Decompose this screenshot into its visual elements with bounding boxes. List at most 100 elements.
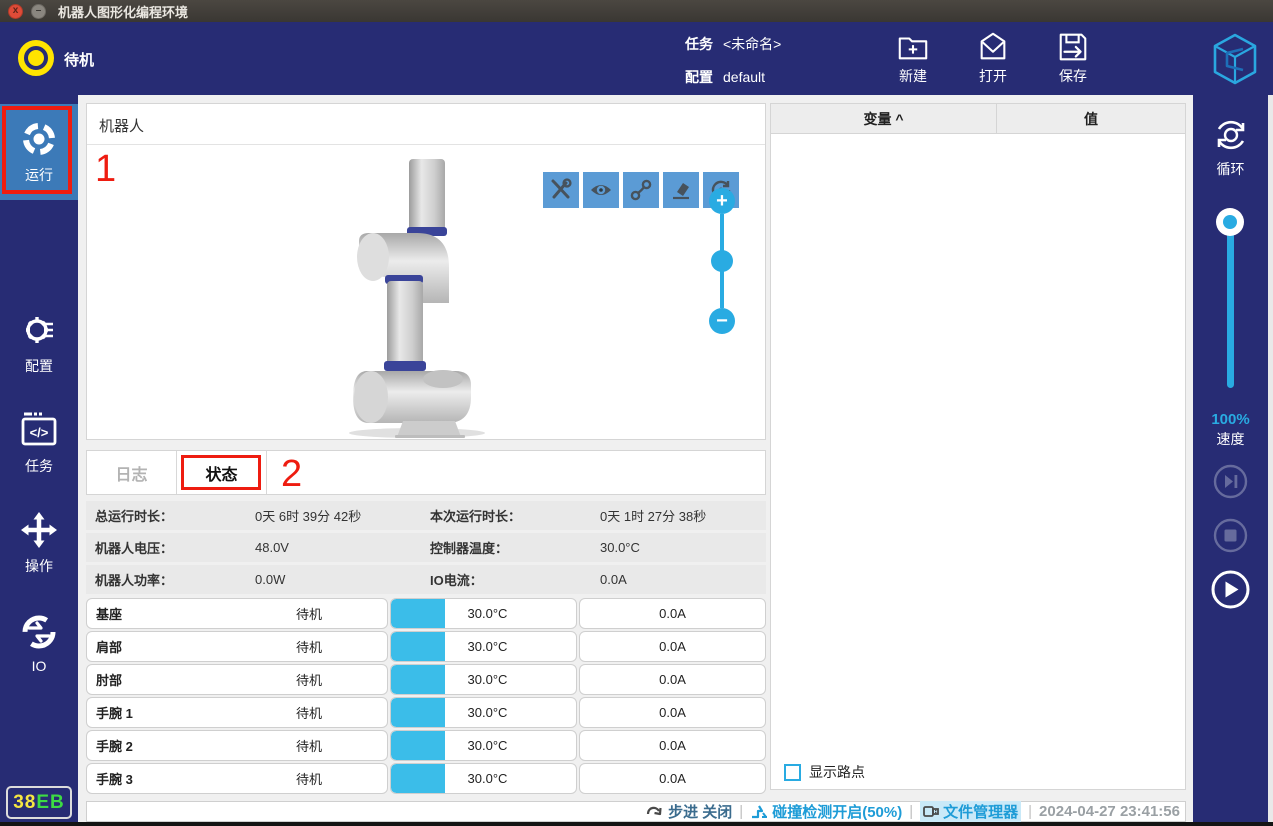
- show-waypoints-checkbox[interactable]: [784, 764, 801, 781]
- brand-logo-icon: [1210, 32, 1260, 86]
- tab-status[interactable]: 状态: [177, 451, 267, 494]
- step-mode-status[interactable]: 步进 关闭: [646, 801, 732, 822]
- window-close-button[interactable]: x: [8, 4, 23, 19]
- info-label: 总运行时长：: [95, 506, 255, 525]
- joint-current: 0.0A: [659, 771, 686, 786]
- separator: |: [1028, 803, 1032, 820]
- save-button-label: 保存: [1059, 66, 1087, 86]
- eraser-icon: [669, 178, 693, 202]
- tools-button[interactable]: [543, 172, 579, 208]
- clock-label: 2024-04-27 23:41:56: [1039, 803, 1180, 820]
- path-nodes-icon: [629, 178, 653, 202]
- joint-state: 待机: [296, 769, 322, 788]
- speed-slider-track[interactable]: [1227, 222, 1234, 388]
- right-edge-strip: [1268, 95, 1273, 822]
- variables-column-header[interactable]: 变量 ^: [771, 104, 997, 133]
- info-row-voltage: 机器人电压： 48.0V 控制器温度： 30.0°C: [86, 533, 766, 562]
- visibility-button[interactable]: [583, 172, 619, 208]
- task-label: 任务: [685, 36, 713, 52]
- new-button[interactable]: 新建: [880, 28, 946, 90]
- gear-icon: [19, 310, 59, 350]
- speed-percent-label: 100%: [1193, 411, 1268, 428]
- sidebar-item-run[interactable]: 运行: [0, 104, 78, 200]
- zoom-in-button[interactable]: +: [709, 188, 735, 214]
- joint-temp: 30.0°C: [445, 639, 576, 654]
- sidebar-item-task[interactable]: </> 任务: [0, 395, 78, 491]
- variables-panel: 变量 ^ 值 显示路点: [770, 103, 1186, 790]
- erase-button[interactable]: [663, 172, 699, 208]
- step-mode-label: 步进 关闭: [668, 801, 732, 822]
- joint-name: 肩部: [96, 637, 122, 656]
- sidebar-item-io[interactable]: IO: [0, 595, 78, 691]
- window-title: 机器人图形化编程环境: [58, 2, 188, 21]
- info-label: 机器人电压：: [95, 538, 255, 557]
- robot-state-label: 待机: [64, 49, 94, 70]
- joint-temp-bar: [391, 599, 445, 628]
- titlebar: x – 机器人图形化编程环境: [0, 0, 1273, 22]
- zoom-slider-knob[interactable]: [711, 250, 733, 272]
- sidebar-item-config[interactable]: 配置: [0, 295, 78, 391]
- tools-icon: [549, 178, 573, 202]
- stop-button[interactable]: [1212, 517, 1249, 554]
- right-sidebar: 循环 100% 速度: [1193, 95, 1268, 822]
- joint-temp-bar: [391, 698, 445, 727]
- file-manager-button[interactable]: 文件管理器: [920, 801, 1021, 822]
- save-button[interactable]: 保存: [1040, 28, 1106, 90]
- play-button[interactable]: [1210, 569, 1251, 610]
- joint-temp-bar: [391, 764, 445, 793]
- speed-slider-knob[interactable]: [1216, 208, 1244, 236]
- info-row-power: 机器人功率： 0.0W IO电流： 0.0A: [86, 565, 766, 594]
- sidebar-item-label: 配置: [25, 356, 53, 376]
- info-value: 0天 1时 27分 38秒: [600, 506, 766, 525]
- step-forward-button[interactable]: [1212, 463, 1249, 500]
- tab-log[interactable]: 日志: [87, 451, 177, 494]
- run-icon: [19, 119, 59, 159]
- annotation-number-2: 2: [281, 453, 302, 494]
- info-value: 0天 6时 39分 42秒: [255, 506, 430, 525]
- collision-detection-status[interactable]: 碰撞检测开启(50%): [750, 801, 902, 822]
- eye-icon: [589, 178, 613, 202]
- app-window: x – 机器人图形化编程环境 待机 任务 <未命名> 配置default 新建: [0, 0, 1273, 826]
- loop-icon[interactable]: [1209, 113, 1253, 157]
- sidebar-item-label: 运行: [25, 165, 53, 185]
- info-value: 30.0°C: [600, 540, 766, 555]
- robot-panel: 机器人 1: [86, 103, 766, 440]
- info-label: 本次运行时长：: [430, 506, 600, 525]
- joint-name: 肘部: [96, 670, 122, 689]
- robot-panel-title: 机器人: [99, 115, 144, 136]
- show-waypoints-label: 显示路点: [809, 762, 865, 782]
- sidebar-item-label: 操作: [25, 556, 53, 576]
- separator: |: [909, 803, 913, 820]
- app-header: 待机 任务 <未命名> 配置default 新建 打开: [0, 22, 1273, 95]
- open-button[interactable]: 打开: [960, 28, 1026, 90]
- sidebar-item-operate[interactable]: 操作: [0, 495, 78, 591]
- path-button[interactable]: [623, 172, 659, 208]
- file-manager-label: 文件管理器: [943, 801, 1018, 822]
- task-value: <未命名>: [723, 36, 781, 52]
- badge-part-green: EB: [36, 792, 64, 814]
- info-value: 0.0A: [600, 572, 766, 587]
- joint-temp: 30.0°C: [445, 672, 576, 687]
- joint-name: 手腕 1: [96, 703, 133, 722]
- joint-row-elbow: 肘部待机 30.0°C 0.0A: [86, 664, 766, 695]
- zoom-out-button[interactable]: −: [709, 308, 735, 334]
- loop-label: 循环: [1193, 159, 1268, 179]
- value-column-header[interactable]: 值: [997, 104, 1185, 133]
- sidebar-item-label: 任务: [25, 456, 53, 476]
- config-info: 配置default: [685, 67, 765, 87]
- joint-row-wrist1: 手腕 1待机 30.0°C 0.0A: [86, 697, 766, 728]
- info-label: 机器人功率：: [95, 570, 255, 589]
- joint-state: 待机: [296, 637, 322, 656]
- joint-temp: 30.0°C: [445, 771, 576, 786]
- task-info: 任务 <未命名>: [685, 34, 781, 54]
- bottom-statusbar: 步进 关闭 | 碰撞检测开启(50%) | 文件管理器 | 2024-04-27…: [86, 801, 1186, 822]
- tab-status-label: 状态: [205, 461, 237, 485]
- joint-temp: 30.0°C: [445, 705, 576, 720]
- joint-row-wrist3: 手腕 3待机 30.0°C 0.0A: [86, 763, 766, 794]
- window-minimize-button[interactable]: –: [31, 4, 46, 19]
- joint-state: 待机: [296, 703, 322, 722]
- info-label: IO电流：: [430, 570, 600, 589]
- info-label: 控制器温度：: [430, 538, 600, 557]
- joint-row-shoulder: 肩部待机 30.0°C 0.0A: [86, 631, 766, 662]
- joint-temp: 30.0°C: [445, 738, 576, 753]
